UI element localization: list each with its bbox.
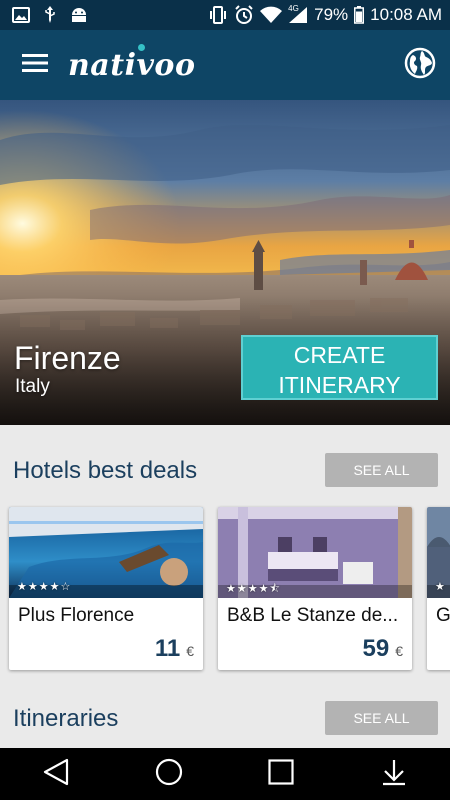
back-button[interactable] bbox=[26, 748, 86, 800]
price-value: 11 bbox=[154, 635, 181, 662]
notification-pull-button[interactable] bbox=[364, 748, 424, 800]
create-itinerary-label-line2: ITINERARY bbox=[278, 372, 401, 398]
hotel-photo: ★ bbox=[427, 507, 450, 598]
hotels-section-header: Hotels best deals SEE ALL bbox=[0, 453, 450, 493]
hotel-price: 59 € bbox=[363, 635, 404, 663]
network-type-label: 4G bbox=[288, 4, 299, 13]
hotel-carousel[interactable]: ★★★★☆ Plus Florence 11 € ★★★★⯪ B&B Le St… bbox=[0, 507, 450, 672]
rating-stars: ★★★★⯪ bbox=[226, 583, 281, 595]
hotel-card[interactable]: ★ G bbox=[427, 507, 450, 670]
itineraries-section-header: Itineraries SEE ALL bbox=[0, 701, 450, 741]
logo-dot bbox=[138, 43, 145, 51]
create-itinerary-label-line1: CREATE bbox=[293, 342, 386, 368]
usb-icon bbox=[44, 6, 56, 24]
rating-stars: ★★★★☆ bbox=[17, 581, 72, 593]
clock-time: 10:08 AM bbox=[370, 5, 442, 24]
price-currency: € bbox=[186, 643, 194, 659]
wifi-icon bbox=[260, 6, 283, 24]
hotel-card[interactable]: ★★★★☆ Plus Florence 11 € bbox=[9, 507, 203, 670]
city-name: Firenze bbox=[14, 340, 121, 376]
app-logo: nativoo bbox=[68, 43, 196, 83]
app-logo-text: nativoo bbox=[68, 47, 196, 83]
country-name: Italy bbox=[15, 376, 50, 397]
recents-icon bbox=[268, 758, 294, 790]
status-bar: 4G 79% 10:08 AM bbox=[0, 0, 450, 30]
price-value: 59 bbox=[362, 635, 390, 662]
hotels-section-title: Hotels best deals bbox=[13, 457, 198, 484]
android-icon bbox=[70, 7, 88, 23]
battery-percent: 79% bbox=[314, 5, 349, 24]
content-area: Hotels best deals SEE ALL ★★★★☆ Plus Flo… bbox=[0, 425, 450, 748]
hotels-see-all-button[interactable]: SEE ALL bbox=[325, 453, 438, 487]
home-icon bbox=[155, 758, 183, 791]
itineraries-section-title: Itineraries bbox=[13, 705, 119, 732]
globe-icon bbox=[404, 47, 436, 84]
system-navigation-bar bbox=[0, 748, 450, 800]
home-button[interactable] bbox=[139, 748, 199, 800]
language-button[interactable] bbox=[390, 30, 450, 100]
recents-button[interactable] bbox=[251, 748, 311, 800]
alarm-icon bbox=[234, 5, 254, 25]
battery-icon bbox=[354, 6, 365, 24]
create-itinerary-button[interactable]: CREATE ITINERARY bbox=[241, 335, 438, 400]
hero-banner: Firenze Italy CREATE ITINERARY bbox=[0, 100, 450, 425]
hotel-price: 11 € bbox=[155, 635, 194, 663]
hotel-name: G bbox=[436, 605, 450, 626]
price-currency: € bbox=[395, 643, 403, 659]
hotel-name: Plus Florence bbox=[18, 605, 135, 626]
hotel-name: B&B Le Stanze de... bbox=[227, 605, 399, 626]
hotel-card[interactable]: ★★★★⯪ B&B Le Stanze de... 59 € bbox=[218, 507, 412, 670]
hotel-photo: ★★★★⯪ bbox=[218, 507, 412, 598]
rating-stars: ★ bbox=[435, 581, 446, 593]
menu-icon bbox=[22, 53, 48, 78]
menu-button[interactable] bbox=[0, 30, 70, 100]
vibrate-icon bbox=[208, 6, 228, 24]
itineraries-see-all-button[interactable]: SEE ALL bbox=[325, 701, 438, 735]
app-bar: nativoo bbox=[0, 30, 450, 100]
hotel-photo: ★★★★☆ bbox=[9, 507, 203, 598]
download-icon bbox=[381, 758, 407, 791]
image-icon bbox=[12, 7, 30, 23]
signal-icon: 4G bbox=[288, 4, 308, 24]
back-icon bbox=[43, 758, 69, 791]
